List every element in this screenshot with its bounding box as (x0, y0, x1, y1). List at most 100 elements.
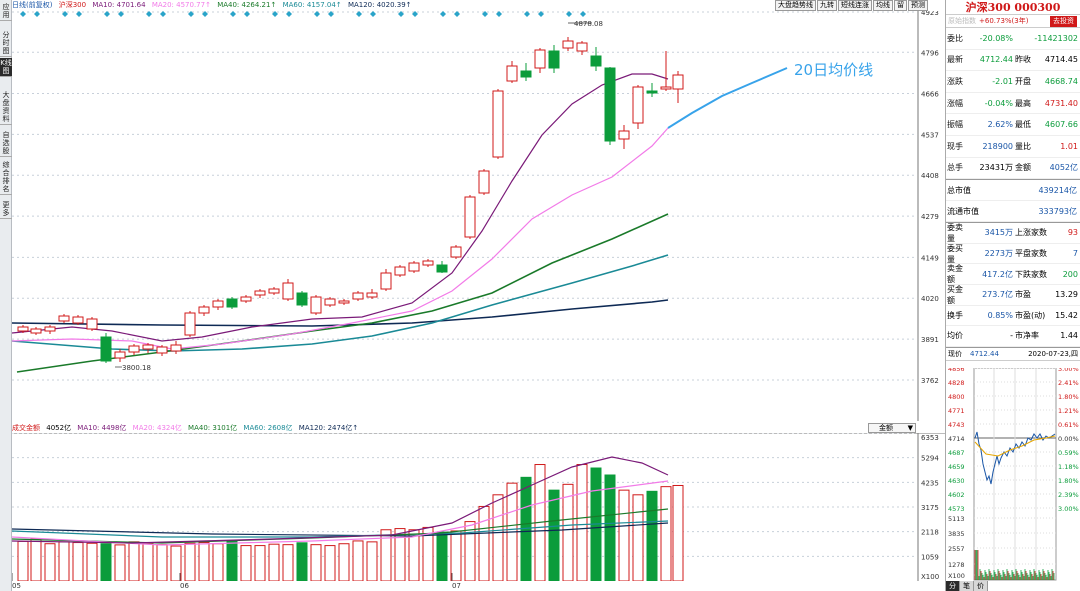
volume-bar[interactable] (86, 542, 98, 581)
candle[interactable] (604, 67, 616, 145)
volume-bar[interactable] (492, 494, 504, 581)
candle[interactable] (450, 245, 462, 259)
volume-bar[interactable] (254, 545, 266, 581)
volume-bar[interactable] (100, 543, 112, 581)
toolbar-button-2[interactable]: 短线连涨 (838, 0, 872, 11)
quote-table: 委比 -20.08% -11421302 最新 4712.44 昨收 4714.45 涨跌 -2… (946, 28, 1080, 180)
volume-bar[interactable] (296, 542, 308, 581)
volume-bar[interactable] (352, 540, 364, 581)
left-tab-1[interactable]: 分时图 (0, 30, 12, 57)
volume-bar[interactable] (114, 544, 126, 581)
timeshare-tab-1[interactable]: 笔 (960, 581, 974, 591)
volume-bar[interactable] (436, 531, 448, 581)
timeshare-vol-tick: 2557 (948, 545, 965, 553)
timeshare-vol-tick: X100 (948, 572, 965, 580)
quote-value-2: 4607.66 (1044, 120, 1078, 130)
kline-chart-area[interactable]: 日线(前复权) 沪深300 MA10: 4701.64 MA20: 4570.7… (12, 0, 945, 591)
price-tick-label: 4796 (921, 49, 939, 57)
volume-bar[interactable] (478, 505, 490, 581)
timeshare-price-tick: 4714 (948, 435, 965, 443)
volume-bar[interactable] (156, 544, 168, 581)
timeshare-tab-2[interactable]: 价 (974, 581, 988, 591)
left-tab-4[interactable]: 自选股 (0, 130, 12, 157)
price-tick-label: 4923 (921, 11, 939, 17)
price-tick-label: 4149 (921, 254, 939, 262)
volume-tick-label: 3175 (921, 504, 939, 512)
candle[interactable] (394, 265, 406, 277)
volume-bar[interactable] (618, 489, 630, 581)
breadth-value: 417.2亿 (982, 269, 1013, 279)
volume-bar[interactable] (324, 545, 336, 581)
vol-ma40-label: MA40: 3101亿 (188, 424, 238, 432)
volume-bar[interactable] (17, 540, 29, 581)
volume-bar[interactable] (240, 545, 252, 581)
left-tab-3[interactable]: 大盘资料 (0, 90, 12, 125)
volume-bar[interactable] (58, 541, 70, 581)
timeshare-chart[interactable]: 4856 3.00% 4828 2.41% 4800 1.80% 4771 1.21% 4743… (946, 368, 1080, 581)
market-value: 333793亿 (1038, 206, 1077, 216)
candle[interactable] (72, 315, 84, 325)
volume-bar[interactable] (198, 542, 210, 581)
volume-bar[interactable] (646, 490, 658, 581)
candle[interactable] (492, 89, 504, 159)
volume-bar[interactable] (128, 541, 140, 581)
candle[interactable] (296, 291, 308, 307)
left-tab-2[interactable]: K线图 (0, 58, 12, 77)
left-tab-6[interactable]: 更多 (0, 200, 12, 219)
quote-value-2: 4668.74 (1044, 76, 1078, 86)
candle[interactable] (352, 291, 364, 301)
candle[interactable] (86, 317, 98, 331)
candle[interactable] (632, 85, 644, 129)
volume-bar[interactable] (226, 540, 238, 581)
volume-bar[interactable] (604, 474, 616, 581)
volume-bar[interactable] (632, 494, 644, 581)
volume-bar[interactable] (72, 542, 84, 581)
volume-bar[interactable] (268, 543, 280, 581)
volume-bar[interactable] (184, 542, 196, 581)
quote-label-2: 最高 (1015, 98, 1031, 108)
volume-bar[interactable] (672, 484, 684, 581)
invest-button[interactable]: 去投资 (1050, 15, 1077, 27)
current-price-label: 现价 (948, 349, 962, 358)
candle[interactable] (324, 297, 336, 307)
volume-chart[interactable]: 6353 5294 4235 3175 2118 1059 X100 (12, 433, 945, 581)
volume-bar[interactable] (310, 544, 322, 581)
volume-type-dropdown[interactable]: 金额 ▼ (868, 423, 916, 433)
volume-bar[interactable] (660, 486, 672, 581)
left-tab-5[interactable]: 综合排名 (0, 160, 12, 195)
candle[interactable] (464, 195, 476, 239)
volume-name: 成交金额 (12, 424, 40, 432)
volume-bar[interactable] (338, 543, 350, 581)
volume-bar[interactable] (142, 543, 154, 581)
candle[interactable] (100, 333, 112, 363)
timeshare-tab-0[interactable]: 分 (946, 581, 960, 591)
volume-bar[interactable] (212, 543, 224, 581)
ma60-label: MA60: 4157.04↑ (282, 1, 342, 9)
volume-bar[interactable] (548, 489, 560, 581)
toolbar-button-4[interactable]: 留 (894, 0, 907, 11)
breadth-value: 273.7亿 (982, 290, 1013, 300)
toolbar-button-1[interactable]: 九转 (817, 0, 837, 11)
toolbar-button-3[interactable]: 均线 (873, 0, 893, 11)
breadth-label: 委卖量 (947, 222, 963, 243)
volume-bar[interactable] (30, 538, 42, 581)
timeshare-pct-tick: 1.21% (1058, 407, 1079, 415)
volume-bar[interactable] (282, 544, 294, 581)
volume-bar[interactable] (562, 483, 574, 581)
toolbar-button-5[interactable]: 预测 (908, 0, 928, 11)
volume-bar[interactable] (576, 464, 588, 581)
vol-ma120-label: MA120: 2474亿↑ (298, 424, 359, 432)
breadth-label-2: 上涨家数 (1015, 228, 1047, 238)
toolbar-button-0[interactable]: 大盘趋势线 (775, 0, 816, 11)
candlestick-chart[interactable]: 4923 4796 4666 4537 4408 4279 4149 4020 3891 3762… (12, 11, 945, 421)
breadth-label-2: 平盘家数 (1015, 249, 1047, 259)
candle[interactable] (226, 297, 238, 309)
candle[interactable] (478, 169, 490, 195)
candle[interactable] (184, 311, 196, 337)
volume-bar[interactable] (44, 543, 56, 581)
volume-bar[interactable] (366, 541, 378, 581)
candle[interactable] (408, 261, 420, 273)
candle[interactable] (310, 295, 322, 315)
left-tab-0[interactable]: 应用 (0, 2, 12, 21)
market-value-row: 总市值 439214亿 (946, 180, 1080, 202)
